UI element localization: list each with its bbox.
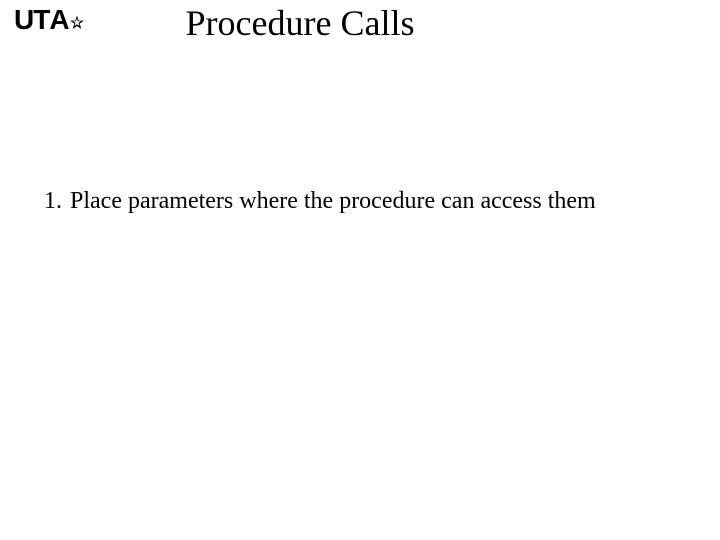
- ordered-list: 1. Place parameters where the procedure …: [28, 188, 700, 215]
- list-item-text: Place parameters where the procedure can…: [70, 188, 700, 215]
- list-item-number: 1.: [28, 188, 70, 215]
- slide-title-text: Procedure Calls: [186, 2, 415, 44]
- list-item: 1. Place parameters where the procedure …: [28, 188, 700, 215]
- slide: UTA Procedure Calls 1. Place parameters …: [0, 0, 720, 540]
- slide-title: Procedure Calls: [0, 2, 720, 44]
